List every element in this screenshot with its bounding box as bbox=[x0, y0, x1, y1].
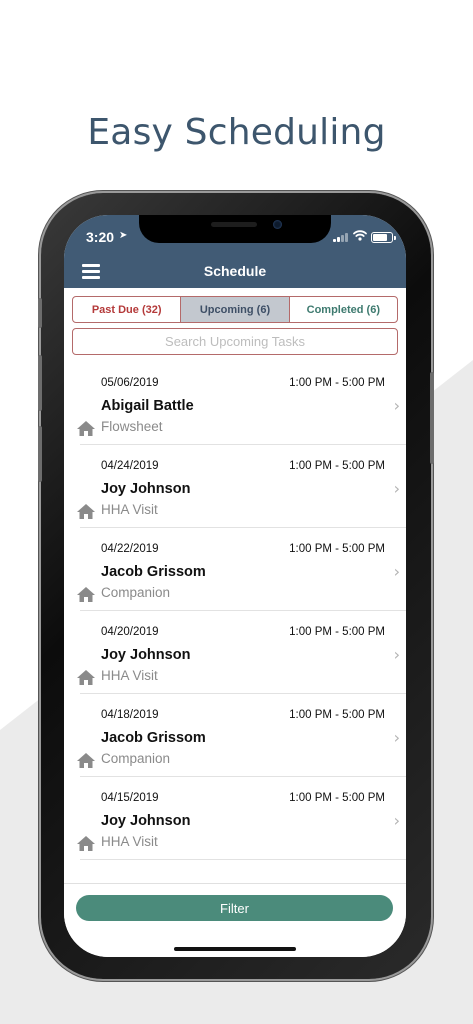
search-field bbox=[72, 328, 398, 355]
task-type: HHA Visit bbox=[101, 668, 158, 683]
task-date: 04/15/2019 bbox=[101, 792, 159, 804]
row-divider bbox=[80, 859, 406, 860]
task-time: 1:00 PM - 5:00 PM bbox=[289, 792, 385, 804]
task-list: 05/06/2019 1:00 PM - 5:00 PM Abigail Bat… bbox=[64, 362, 406, 860]
filter-button[interactable]: Filter bbox=[76, 895, 393, 921]
task-client-name: Jacob Grissom bbox=[101, 730, 206, 746]
task-time: 1:00 PM - 5:00 PM bbox=[289, 626, 385, 638]
task-date: 04/18/2019 bbox=[101, 709, 159, 721]
home-icon bbox=[77, 421, 95, 436]
task-time: 1:00 PM - 5:00 PM bbox=[289, 709, 385, 721]
chevron-right-icon: › bbox=[393, 479, 400, 498]
location-arrow-icon: ➤ bbox=[119, 230, 128, 241]
cellular-signal-icon bbox=[333, 232, 350, 242]
task-row[interactable]: 04/24/2019 1:00 PM - 5:00 PM Joy Johnson… bbox=[64, 445, 406, 528]
home-icon bbox=[77, 753, 95, 768]
phone-screen: 3:20 ➤ Schedule Past Due (32) Upcoming (… bbox=[64, 215, 406, 957]
task-row[interactable]: 04/18/2019 1:00 PM - 5:00 PM Jacob Griss… bbox=[64, 694, 406, 777]
navigation-bar: Schedule bbox=[64, 260, 406, 288]
home-icon bbox=[77, 504, 95, 519]
task-date: 04/24/2019 bbox=[101, 460, 159, 472]
task-type: HHA Visit bbox=[101, 834, 158, 849]
chevron-right-icon: › bbox=[393, 396, 400, 415]
schedule-tabs: Past Due (32) Upcoming (6) Completed (6) bbox=[72, 296, 398, 323]
tab-past-due[interactable]: Past Due (32) bbox=[73, 297, 182, 322]
task-date: 04/22/2019 bbox=[101, 543, 159, 555]
volume-down-button bbox=[38, 426, 42, 482]
page-headline: Easy Scheduling bbox=[87, 112, 386, 154]
task-date: 05/06/2019 bbox=[101, 377, 159, 389]
earpiece-speaker bbox=[211, 222, 257, 227]
search-input[interactable] bbox=[73, 329, 397, 354]
task-type: Flowsheet bbox=[101, 419, 163, 434]
task-client-name: Abigail Battle bbox=[101, 398, 194, 414]
task-date: 04/20/2019 bbox=[101, 626, 159, 638]
bottom-toolbar: Filter bbox=[64, 883, 406, 957]
task-row[interactable]: 04/15/2019 1:00 PM - 5:00 PM Joy Johnson… bbox=[64, 777, 406, 860]
task-time: 1:00 PM - 5:00 PM bbox=[289, 460, 385, 472]
task-row[interactable]: 04/20/2019 1:00 PM - 5:00 PM Joy Johnson… bbox=[64, 611, 406, 694]
status-time: 3:20 bbox=[86, 229, 115, 245]
task-time: 1:00 PM - 5:00 PM bbox=[289, 377, 385, 389]
chevron-right-icon: › bbox=[393, 645, 400, 664]
home-indicator[interactable] bbox=[174, 947, 296, 951]
phone-notch bbox=[139, 215, 331, 243]
task-row[interactable]: 04/22/2019 1:00 PM - 5:00 PM Jacob Griss… bbox=[64, 528, 406, 611]
task-row[interactable]: 05/06/2019 1:00 PM - 5:00 PM Abigail Bat… bbox=[64, 362, 406, 445]
task-type: Companion bbox=[101, 585, 171, 600]
chevron-right-icon: › bbox=[393, 811, 400, 830]
volume-up-button bbox=[38, 355, 42, 411]
chevron-right-icon: › bbox=[393, 728, 400, 747]
task-client-name: Joy Johnson bbox=[101, 481, 191, 497]
tab-completed[interactable]: Completed (6) bbox=[290, 297, 397, 322]
task-client-name: Jacob Grissom bbox=[101, 564, 206, 580]
page-title: Schedule bbox=[203, 263, 267, 279]
front-camera bbox=[273, 220, 282, 229]
task-time: 1:00 PM - 5:00 PM bbox=[289, 543, 385, 555]
task-client-name: Joy Johnson bbox=[101, 813, 191, 829]
mute-switch bbox=[38, 298, 42, 328]
home-icon bbox=[77, 587, 95, 602]
task-client-name: Joy Johnson bbox=[101, 647, 191, 663]
home-icon bbox=[77, 670, 95, 685]
tab-upcoming[interactable]: Upcoming (6) bbox=[181, 297, 290, 322]
wifi-icon bbox=[353, 230, 367, 241]
battery-icon bbox=[371, 232, 396, 243]
task-type: Companion bbox=[101, 751, 171, 766]
power-button bbox=[430, 372, 434, 464]
home-icon bbox=[77, 836, 95, 851]
task-type: HHA Visit bbox=[101, 502, 158, 517]
chevron-right-icon: › bbox=[393, 562, 400, 581]
